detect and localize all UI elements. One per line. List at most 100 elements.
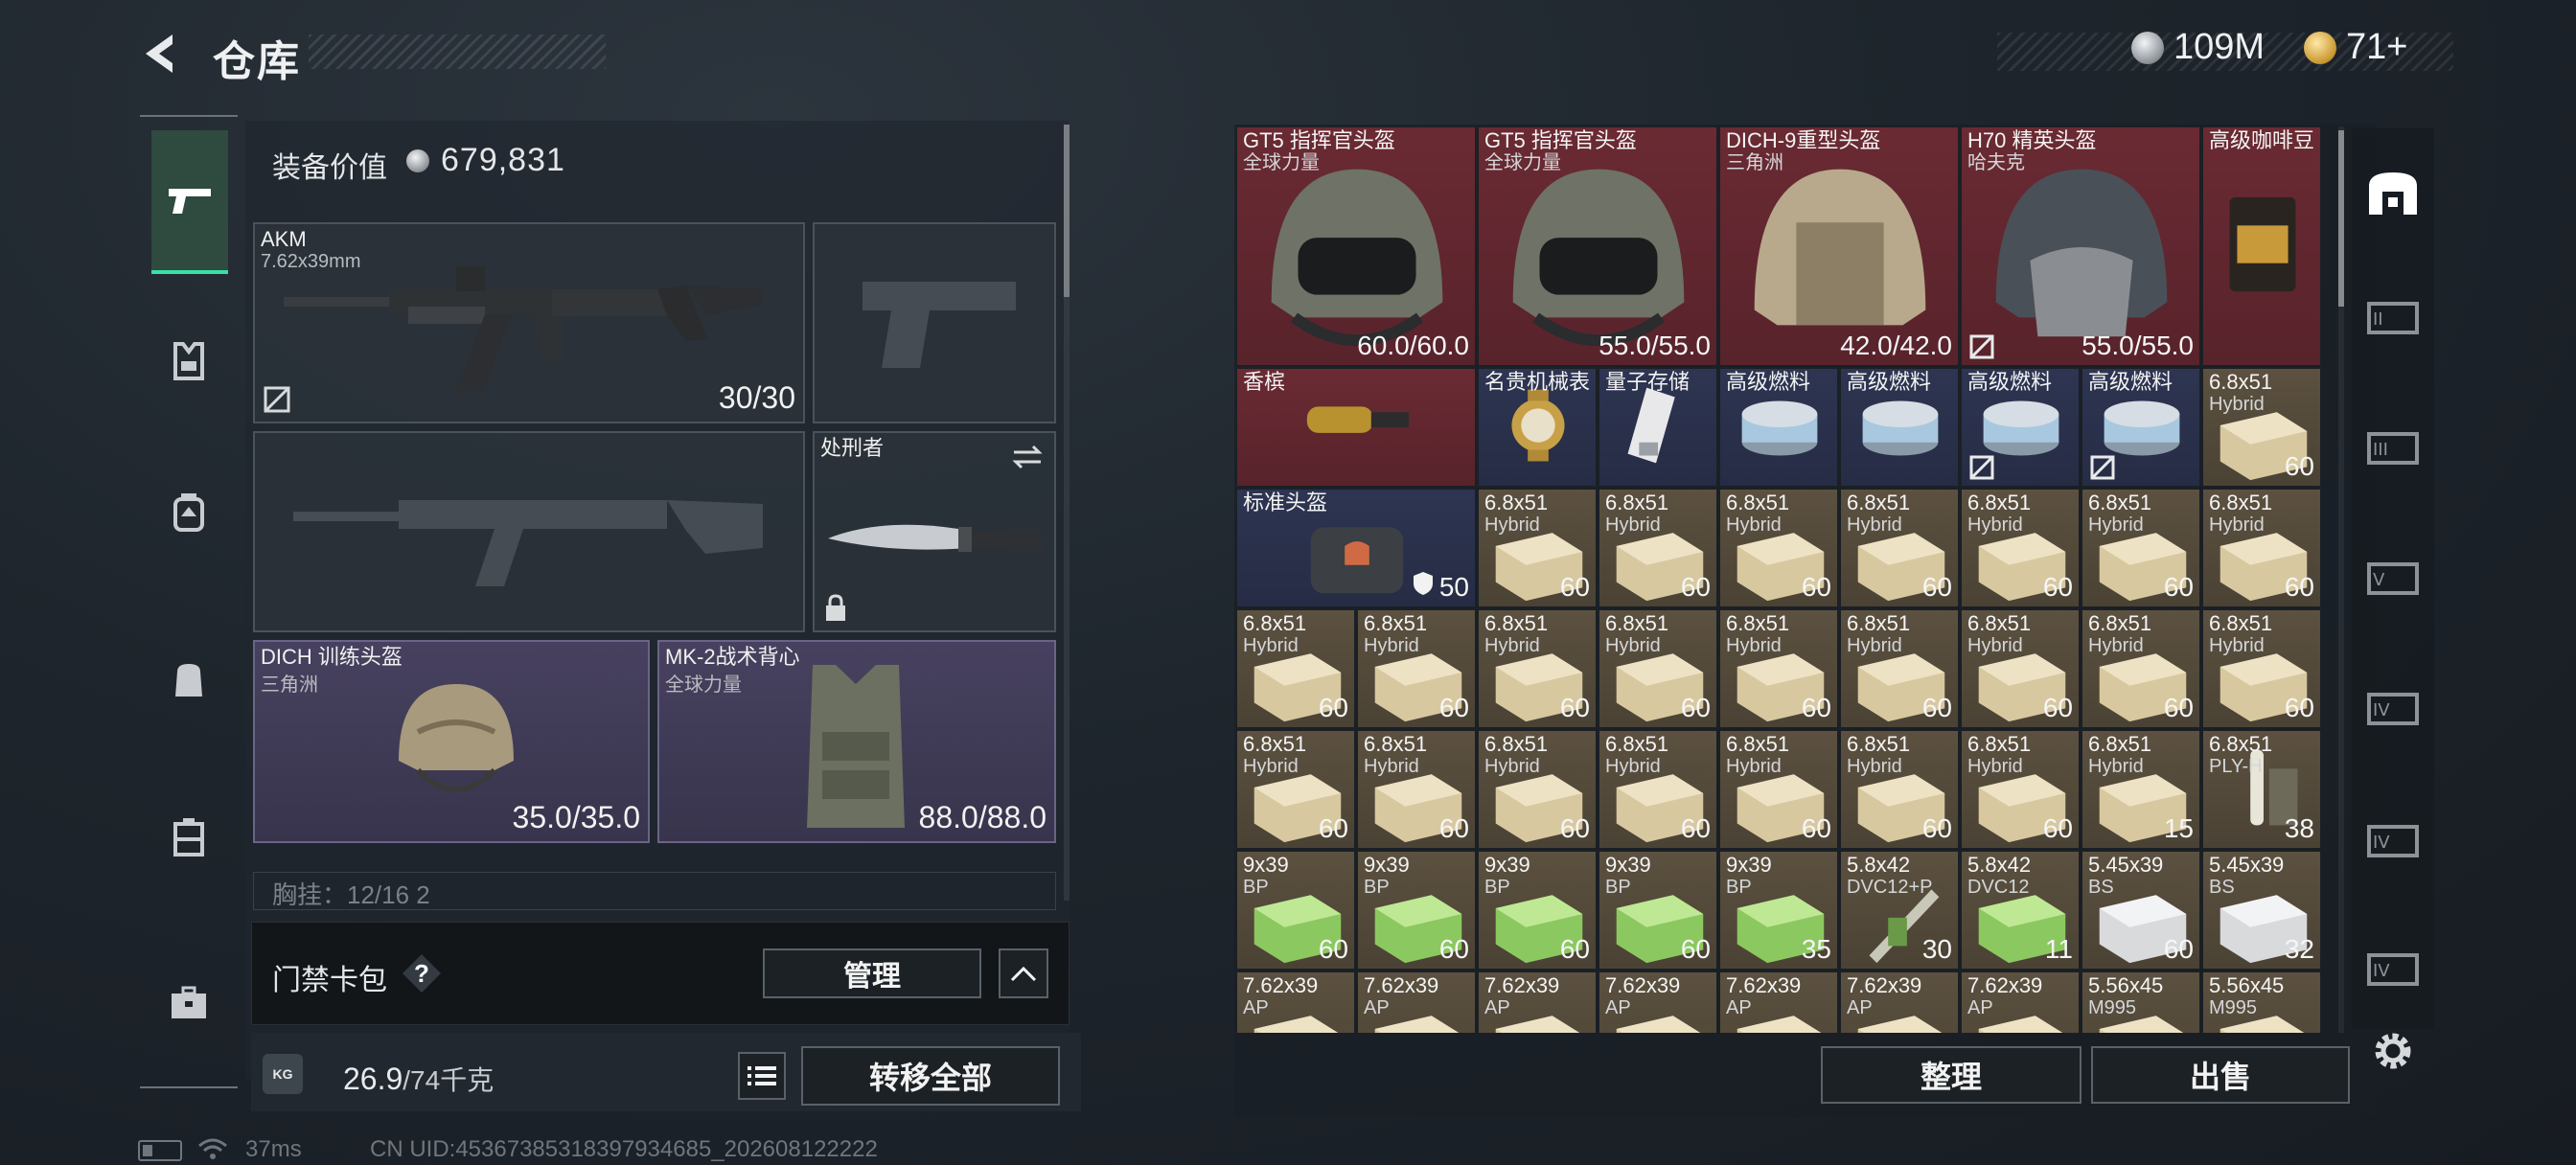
inventory-item[interactable]: DICH-9重型头盔 三角洲 42.0/42.0 bbox=[1719, 126, 1959, 366]
inventory-item[interactable]: 9x39 BP 60 bbox=[1478, 851, 1597, 970]
no-insure-icon bbox=[264, 386, 290, 413]
inventory-item[interactable]: 6.8x51 Hybrid 15 bbox=[2082, 730, 2200, 849]
inventory-item[interactable]: 6.8x51 Hybrid 60 bbox=[1478, 730, 1597, 849]
swap-icon[interactable] bbox=[1010, 443, 1045, 471]
rail-storage-2[interactable]: II bbox=[2363, 287, 2423, 347]
list-icon bbox=[748, 1066, 776, 1085]
inventory-item[interactable]: 高级咖啡豆 bbox=[2202, 126, 2321, 366]
helmet-slot[interactable]: DICH 训练头盔 三角洲 35.0/35.0 bbox=[253, 640, 650, 843]
inventory-item[interactable]: 5.45x39 BS 32 bbox=[2202, 851, 2321, 970]
inventory-item[interactable]: GT5 指挥官头盔 全球力量 55.0/55.0 bbox=[1478, 126, 1717, 366]
rail-storage-6[interactable]: IV bbox=[2363, 811, 2423, 870]
inventory-item[interactable]: 6.8x51 PLY-H 38 bbox=[2202, 730, 2321, 849]
inventory-item[interactable]: 6.8x51 Hybrid 60 bbox=[1236, 609, 1355, 728]
inventory-item[interactable]: 6.8x51 Hybrid 60 bbox=[2082, 609, 2200, 728]
inventory-item[interactable]: 9x39 BP 60 bbox=[1598, 851, 1717, 970]
inventory-item[interactable]: 7.62x39 AP bbox=[1478, 971, 1597, 1033]
inventory-item[interactable]: 高级燃料 bbox=[2082, 368, 2200, 487]
inventory-item[interactable]: 7.62x39 AP bbox=[1598, 971, 1717, 1033]
rail-storage-7[interactable]: IV bbox=[2363, 939, 2423, 998]
inventory-item[interactable]: 7.62x39 AP bbox=[1961, 971, 2080, 1033]
item-name: H70 精英头盔 bbox=[1967, 128, 2097, 152]
currency-gold[interactable]: 71+ bbox=[2304, 27, 2407, 68]
transfer-all-button[interactable]: 转移全部 bbox=[801, 1046, 1060, 1106]
inventory-item[interactable]: 5.45x39 BS 60 bbox=[2082, 851, 2200, 970]
rail-main-storage[interactable] bbox=[2363, 163, 2423, 222]
inventory-item[interactable]: 6.8x51 Hybrid 60 bbox=[1719, 489, 1838, 607]
rail-storage-5[interactable]: IV bbox=[2363, 678, 2423, 738]
inventory-item[interactable]: 6.8x51 Hybrid 60 bbox=[1598, 730, 1717, 849]
inventory-item[interactable]: H70 精英头盔 哈夫克 55.0/55.0 bbox=[1961, 126, 2200, 366]
inventory-item[interactable]: 6.8x51 Hybrid 60 bbox=[1478, 609, 1597, 728]
inventory-item[interactable]: 9x39 BP 35 bbox=[1719, 851, 1838, 970]
inventory-item[interactable]: 6.8x51 Hybrid 60 bbox=[1840, 489, 1959, 607]
inventory-item[interactable]: 7.62x39 AP bbox=[1236, 971, 1355, 1033]
nav-briefcase[interactable] bbox=[151, 966, 226, 1040]
inventory-item[interactable]: 5.8x42 DVC12 11 bbox=[1961, 851, 2080, 970]
inventory-item[interactable]: 量子存储 bbox=[1598, 368, 1717, 487]
inventory-item[interactable]: 7.62x39 AP bbox=[1840, 971, 1959, 1033]
pistol-slot-empty[interactable] bbox=[813, 222, 1056, 423]
manage-button[interactable]: 管理 bbox=[763, 948, 981, 998]
inventory-item[interactable]: 9x39 BP 60 bbox=[1236, 851, 1355, 970]
item-subtitle: 全球力量 bbox=[1484, 152, 1561, 173]
inventory-item[interactable]: 标准头盔 50 bbox=[1236, 489, 1476, 607]
inventory-item[interactable]: 6.8x51 Hybrid 60 bbox=[1598, 489, 1717, 607]
gold-coin-icon bbox=[2304, 31, 2336, 64]
nav-pouch[interactable] bbox=[151, 642, 226, 717]
collapse-button[interactable] bbox=[999, 948, 1048, 998]
inventory-item[interactable]: 高级燃料 bbox=[1961, 368, 2080, 487]
inventory-item[interactable]: 6.8x51 Hybrid 60 bbox=[1357, 609, 1476, 728]
inventory-item[interactable]: 6.8x51 Hybrid 60 bbox=[2202, 368, 2321, 487]
inventory-item[interactable]: 9x39 BP 60 bbox=[1357, 851, 1476, 970]
inventory-item[interactable]: 6.8x51 Hybrid 60 bbox=[1840, 730, 1959, 849]
inventory-item[interactable]: GT5 指挥官头盔 全球力量 60.0/60.0 bbox=[1236, 126, 1476, 366]
rail-storage-4[interactable]: V bbox=[2363, 548, 2423, 607]
inventory-item[interactable]: 高级燃料 bbox=[1719, 368, 1838, 487]
inventory-item[interactable]: 6.8x51 Hybrid 60 bbox=[2202, 609, 2321, 728]
inventory-item[interactable]: 6.8x51 Hybrid 60 bbox=[1357, 730, 1476, 849]
currency-silver[interactable]: 109M bbox=[2131, 27, 2265, 68]
item-name: 6.8x51 bbox=[1484, 491, 1549, 514]
inventory-item[interactable]: 6.8x51 Hybrid 60 bbox=[2202, 489, 2321, 607]
nav-backpack[interactable] bbox=[151, 475, 226, 550]
back-button[interactable] bbox=[134, 27, 188, 80]
settings-button[interactable] bbox=[2367, 1025, 2419, 1077]
nav-container[interactable] bbox=[151, 799, 226, 874]
inventory-item[interactable]: 6.8x51 Hybrid 60 bbox=[1236, 730, 1355, 849]
primary-weapon-slot[interactable]: AKM 7.62x39mm 30/30 bbox=[253, 222, 805, 423]
list-view-button[interactable] bbox=[738, 1052, 786, 1100]
sell-button[interactable]: 出售 bbox=[2091, 1046, 2350, 1104]
nav-armor[interactable] bbox=[151, 324, 226, 399]
inventory-item[interactable]: 5.8x42 DVC12+P 30 bbox=[1840, 851, 1959, 970]
melee-slot[interactable]: 处刑者 bbox=[813, 431, 1056, 632]
secondary-weapon-slot-empty[interactable] bbox=[253, 431, 805, 632]
inventory-item[interactable]: 6.8x51 Hybrid 60 bbox=[1478, 489, 1597, 607]
inventory-item[interactable]: 5.56x45 M995 bbox=[2202, 971, 2321, 1033]
item-count: 50 bbox=[1413, 571, 1469, 603]
sort-button[interactable]: 整理 bbox=[1821, 1046, 2082, 1104]
inventory-item[interactable]: 6.8x51 Hybrid 60 bbox=[1961, 489, 2080, 607]
loadout-scroll-thumb[interactable] bbox=[1064, 125, 1070, 297]
inventory-item[interactable]: 7.62x39 AP bbox=[1719, 971, 1838, 1033]
inventory-item[interactable]: 5.56x45 M995 bbox=[2082, 971, 2200, 1033]
inventory-item[interactable]: 6.8x51 Hybrid 60 bbox=[1961, 730, 2080, 849]
inventory-item[interactable]: 6.8x51 Hybrid 60 bbox=[1961, 609, 2080, 728]
armor-slot[interactable]: MK-2战术背心 全球力量 88.0/88.0 bbox=[657, 640, 1056, 843]
inventory-item[interactable]: 6.8x51 Hybrid 60 bbox=[1719, 609, 1838, 728]
inventory-item[interactable]: 7.62x39 AP bbox=[1357, 971, 1476, 1033]
inventory-item[interactable]: 6.8x51 Hybrid 60 bbox=[1598, 609, 1717, 728]
item-count-value: 60 bbox=[1680, 934, 1711, 964]
ping-text: 37ms bbox=[245, 1136, 302, 1162]
inventory-item[interactable]: 6.8x51 Hybrid 60 bbox=[1840, 609, 1959, 728]
inventory-item[interactable]: 高级燃料 bbox=[1840, 368, 1959, 487]
inventory-item[interactable]: 6.8x51 Hybrid 60 bbox=[1719, 730, 1838, 849]
inventory-item[interactable]: 香槟 bbox=[1236, 368, 1476, 487]
inventory-item[interactable]: 6.8x51 Hybrid 60 bbox=[2082, 489, 2200, 607]
inventory-scroll-thumb[interactable] bbox=[2338, 130, 2344, 307]
nav-weapons[interactable] bbox=[151, 130, 228, 274]
item-name: 6.8x51 bbox=[1726, 732, 1790, 756]
item-count: 60 bbox=[2285, 451, 2314, 482]
inventory-item[interactable]: 名贵机械表 bbox=[1478, 368, 1597, 487]
rail-storage-3[interactable]: III bbox=[2363, 418, 2423, 477]
